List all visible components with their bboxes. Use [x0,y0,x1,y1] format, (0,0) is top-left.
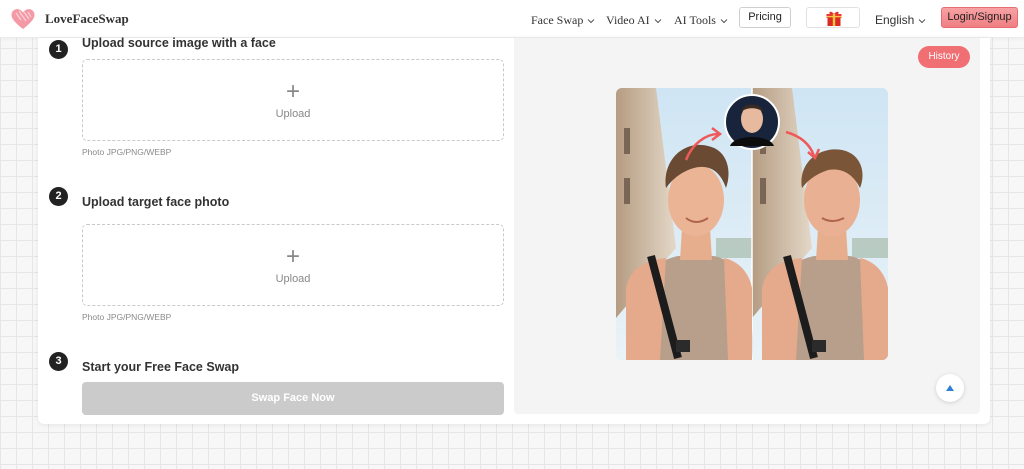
step-2-title: Upload target face photo [82,195,230,209]
gift-icon [826,11,842,26]
file-type-hint: Photo JPG/PNG/WEBP [82,312,172,322]
nav-video-ai-label: Video AI [606,13,650,27]
language-label: English [875,13,915,27]
brand-name[interactable]: LoveFaceSwap [45,11,129,27]
step-1-title: Upload source image with a face [82,36,276,50]
target-face-dropzone[interactable]: + Upload [82,224,504,306]
nav-ai-tools-label: AI Tools [674,13,716,27]
chevron-down-icon [654,19,661,24]
step-3-title: Start your Free Face Swap [82,360,240,374]
plus-icon: + [285,243,300,270]
upload-label: Upload [275,108,311,120]
nav-face-swap[interactable]: Face Swap [531,13,596,28]
file-type-hint: Photo JPG/PNG/WEBP [82,147,172,157]
nav-face-swap-label: Face Swap [531,13,584,27]
login-signup-button[interactable]: Login/Signup [941,7,1018,28]
preview-panel: History [514,38,980,414]
chevron-down-icon [919,18,926,24]
chevron-down-icon [587,19,595,24]
pricing-button[interactable]: Pricing [739,7,791,28]
scroll-to-top-button[interactable] [936,374,964,402]
triangle-up-icon [946,385,954,391]
nav-ai-tools[interactable]: AI Tools [674,13,729,28]
chevron-down-icon [720,19,728,24]
source-image-dropzone[interactable]: + Upload [82,59,504,141]
step-2-badge: 2 [49,187,68,206]
swap-face-now-button[interactable]: Swap Face Now [82,382,504,415]
gift-button[interactable] [806,7,860,28]
face-swap-example-image [616,88,888,360]
heart-logo-icon[interactable] [10,7,36,31]
language-selector[interactable]: English [875,13,927,27]
plus-icon: + [285,78,300,105]
top-navbar: LoveFaceSwap Face Swap Video AI AI Tools… [0,0,1024,38]
step-1-badge: 1 [49,40,68,59]
step-3-badge: 3 [49,352,68,371]
face-swap-card: 1 Upload source image with a face + Uplo… [38,36,990,424]
upload-label: Upload [275,273,311,285]
nav-video-ai[interactable]: Video AI [606,13,663,28]
history-button[interactable]: History [918,46,970,68]
